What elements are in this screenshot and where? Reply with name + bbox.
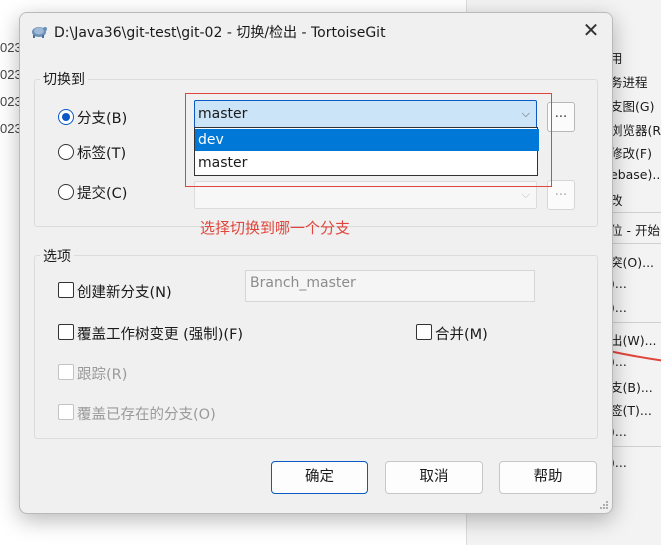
help-button[interactable]: 帮助 [499, 461, 597, 494]
context-menu-item[interactable]: 支图(G) [610, 96, 654, 115]
dialog-title: D:\Java36\git-test\git-02 - 切换/检出 - Tort… [54, 25, 386, 41]
commit-radio-label[interactable]: 提交(C) [77, 182, 127, 203]
checkout-dialog: D:\Java36\git-test\git-02 - 切换/检出 - Tort… [19, 12, 613, 514]
context-menu-item[interactable]: 位 - 开始 [610, 220, 660, 239]
context-menu-divider [607, 212, 661, 213]
context-menu-item[interactable]: 签(T)... [610, 400, 652, 419]
branch-radio[interactable] [58, 109, 74, 125]
context-menu-item[interactable]: 支(B)... [610, 377, 653, 396]
tortoisegit-icon [32, 27, 47, 38]
annotation-text: 选择切换到哪一个分支 [200, 219, 351, 237]
context-menu-divider [607, 446, 661, 447]
context-menu-item[interactable]: 修改(F) [610, 143, 652, 162]
new-branch-name-input[interactable]: Branch_master [245, 270, 535, 302]
force-overwrite-label[interactable]: 覆盖工作树变更 (强制)(F) [77, 323, 243, 344]
context-menu-item[interactable]: 浏览器(R) [610, 120, 661, 139]
merge-label[interactable]: 合并(M) [435, 323, 488, 344]
switch-to-legend: 切换到 [40, 69, 88, 89]
cancel-button[interactable]: 取消 [385, 461, 483, 494]
context-menu-divider [607, 243, 661, 244]
ok-button[interactable]: 确定 [271, 461, 368, 494]
force-overwrite-checkbox[interactable] [58, 324, 74, 340]
close-icon: ✕ [582, 18, 600, 42]
context-menu-item[interactable]: 突(O)... [610, 252, 654, 271]
branch-radio-label[interactable]: 分支(B) [77, 107, 127, 128]
override-branch-label: 覆盖已存在的分支(O) [77, 407, 216, 423]
merge-checkbox[interactable] [416, 324, 432, 340]
create-branch-label[interactable]: 创建新分支(N) [77, 281, 172, 302]
tag-radio-label[interactable]: 标签(T) [77, 142, 126, 163]
context-menu-divider [607, 322, 661, 323]
annotation-highlight-box [185, 93, 552, 187]
context-menu-item[interactable]: 务进程 [610, 72, 648, 91]
new-branch-name-placeholder: Branch_master [250, 275, 356, 291]
track-label: 跟踪(R) [77, 367, 128, 383]
track-checkbox[interactable] [58, 364, 74, 380]
options-legend: 选项 [40, 246, 74, 266]
override-branch-checkbox[interactable] [58, 404, 74, 420]
close-button[interactable]: ✕ [578, 17, 604, 43]
dialog-titlebar[interactable]: D:\Java36\git-test\git-02 - 切换/检出 - Tort… [20, 13, 612, 49]
chevron-down-icon[interactable]: ⌵ [522, 188, 530, 202]
red-annotation-stroke [608, 350, 661, 362]
commit-radio[interactable] [58, 184, 74, 200]
create-branch-checkbox[interactable] [58, 282, 74, 298]
resize-grip-icon[interactable] [599, 500, 609, 510]
tag-radio[interactable] [58, 144, 74, 160]
context-menu-item[interactable]: ebase)... [610, 167, 661, 182]
